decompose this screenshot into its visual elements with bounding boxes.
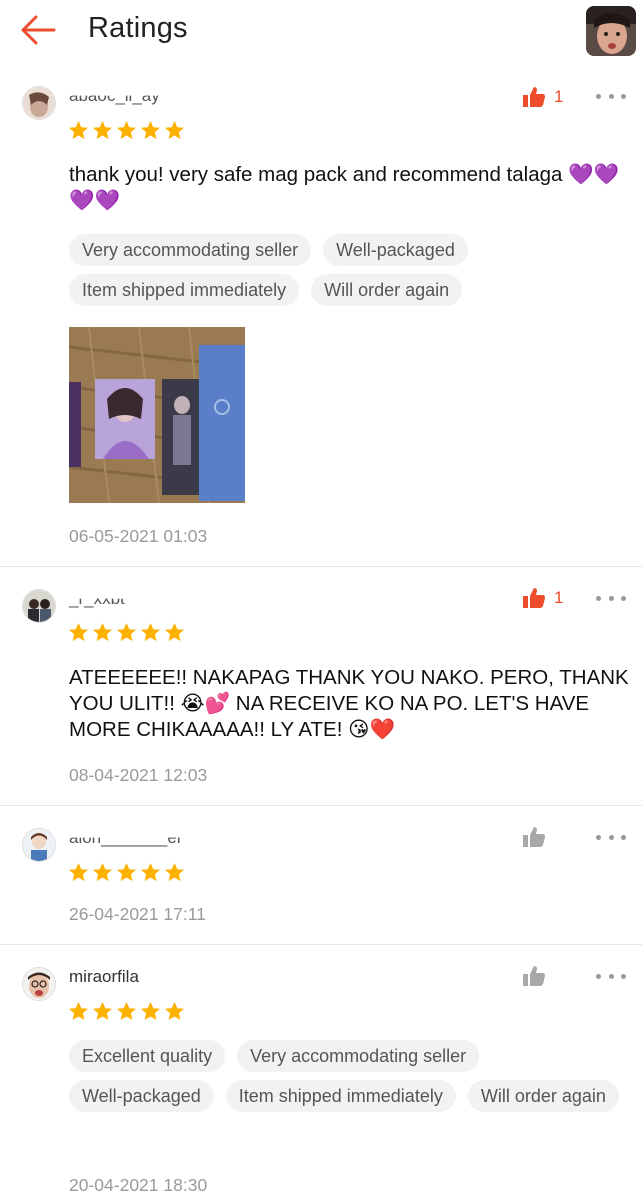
thumbs-up-icon: [523, 588, 545, 608]
profile-avatar[interactable]: [586, 6, 636, 56]
app-header: Ratings: [0, 0, 642, 62]
more-options-icon[interactable]: [596, 831, 626, 843]
star-icon: [141, 1002, 160, 1020]
star-icon: [117, 1002, 136, 1020]
star-icon: [165, 121, 184, 139]
star-icon: [69, 623, 88, 641]
review-date: 26-04-2021 17:11: [69, 904, 206, 924]
star-icon: [69, 1002, 88, 1020]
more-options-icon[interactable]: [596, 90, 626, 102]
review-date: 20-04-2021 18:30: [69, 1175, 208, 1195]
review-tags: Excellent quality Very accommodating sell…: [69, 1040, 629, 1112]
review-tag[interactable]: Well-packaged: [323, 234, 468, 266]
star-icon: [117, 863, 136, 881]
thumbs-up-icon: [523, 827, 545, 847]
review-tag[interactable]: Will order again: [311, 274, 463, 306]
star-icon: [93, 121, 112, 139]
reviewer-username: abaoc_ll_ay: [69, 86, 160, 105]
star-icon: [69, 863, 88, 881]
review-tag[interactable]: Item shipped immediately: [225, 1080, 456, 1112]
review-photo[interactable]: [69, 327, 245, 503]
reviewer-username: alon_______er: [69, 828, 183, 847]
reviewer-avatar[interactable]: [22, 967, 56, 1001]
star-rating: [68, 1001, 185, 1022]
star-icon: [165, 863, 184, 881]
review-comment: ATEEEEEE!! NAKAPAG THANK YOU NAKO. PERO,…: [69, 666, 629, 741]
like-button[interactable]: 1: [522, 86, 563, 108]
star-icon: [117, 623, 136, 641]
reviewer-username: miraorfila: [69, 967, 139, 986]
review-tag[interactable]: Very accommodating seller: [237, 1040, 480, 1072]
review-divider: [0, 566, 642, 567]
star-icon: [93, 1002, 112, 1020]
star-icon: [117, 121, 136, 139]
review-comment: thank you! very safe mag pack and recomm…: [69, 163, 620, 212]
review-tag[interactable]: Excellent quality: [69, 1040, 226, 1072]
star-rating: [68, 862, 185, 883]
reviewer-avatar[interactable]: [22, 589, 56, 623]
review-date: 08-04-2021 12:03: [69, 765, 208, 785]
thumbs-up-icon: [523, 87, 545, 107]
like-button[interactable]: 1: [522, 587, 563, 609]
review-divider: [0, 944, 642, 945]
more-options-icon[interactable]: [596, 970, 626, 982]
star-icon: [141, 863, 160, 881]
star-rating: [68, 622, 185, 643]
review-tag[interactable]: Very accommodating seller: [69, 234, 312, 266]
like-button[interactable]: [522, 965, 554, 987]
reviewer-avatar[interactable]: [22, 828, 56, 862]
review-tag[interactable]: Item shipped immediately: [69, 274, 300, 306]
reviewer-avatar[interactable]: [22, 86, 56, 120]
page-title: Ratings: [88, 12, 188, 44]
star-icon: [93, 863, 112, 881]
star-icon: [141, 623, 160, 641]
star-icon: [165, 1002, 184, 1020]
review-tags: Very accommodating seller Well-packaged It…: [69, 234, 629, 306]
star-icon: [69, 121, 88, 139]
like-button[interactable]: [522, 826, 554, 848]
review-tag[interactable]: Will order again: [467, 1080, 619, 1112]
star-rating: [68, 120, 185, 141]
review-divider: [0, 805, 642, 806]
review-date: 06-05-2021 01:03: [69, 526, 208, 546]
more-options-icon[interactable]: [596, 592, 626, 604]
review-tag[interactable]: Well-packaged: [69, 1080, 214, 1112]
like-count: 1: [554, 87, 564, 106]
star-icon: [165, 623, 184, 641]
reviewer-username: _r_xxbt: [69, 589, 125, 608]
like-count: 1: [554, 588, 564, 607]
thumbs-up-icon: [523, 966, 545, 986]
star-icon: [141, 121, 160, 139]
back-arrow-icon[interactable]: [18, 12, 58, 48]
star-icon: [93, 623, 112, 641]
